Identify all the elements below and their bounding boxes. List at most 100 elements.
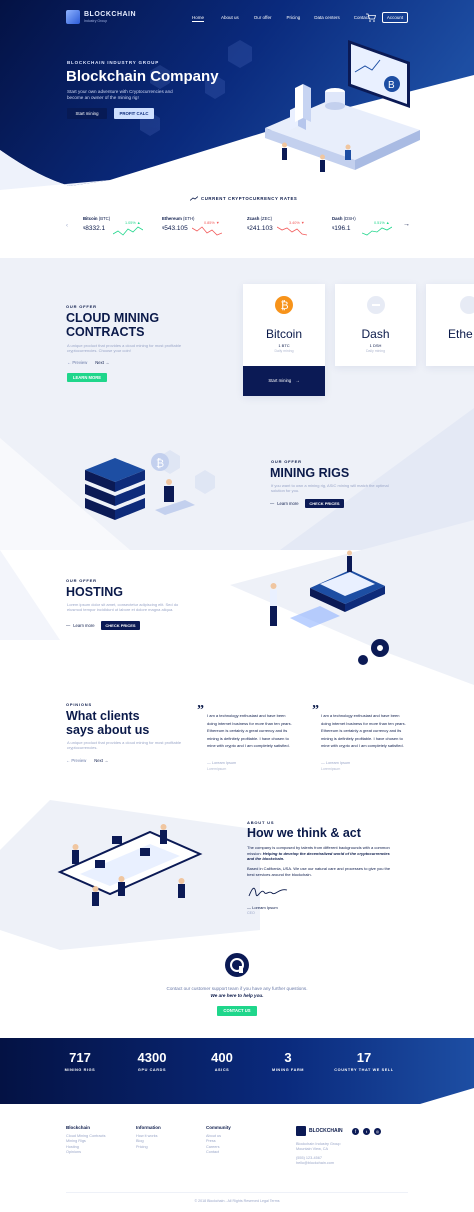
rate-item-zec: Zcash (ZEC) $241.103 3.40% ▼ — [247, 216, 327, 236]
stat-label: MINING RIGS — [64, 1068, 96, 1072]
stat-number: 17 — [356, 1050, 372, 1065]
rate-name: Dash — [332, 216, 343, 221]
nav-about[interactable]: About us — [221, 15, 239, 22]
about-eyebrow: ABOUT US — [247, 820, 275, 825]
rate-code: (ZEC) — [260, 216, 273, 221]
signature-name: — Loream Ipsum — [247, 905, 278, 910]
stat-mining-rigs: 717 MINING RIGS — [40, 1050, 120, 1072]
rigs-check-prices-button[interactable]: CHECK PRICES — [305, 499, 344, 508]
rate-code: (ETH) — [183, 216, 195, 221]
nav-data-centers[interactable]: Data centers — [314, 15, 340, 22]
footer-link[interactable]: Pricing — [136, 1145, 161, 1150]
footer-logo-text: BLOCKCHAIN — [309, 1128, 343, 1134]
quote-mark-icon: ” — [197, 703, 204, 718]
rigs-title: MINING RIGS — [270, 466, 350, 480]
contact-text: Contact our customer support team if you… — [166, 986, 308, 991]
testimonial-role: Loremipsum — [321, 767, 341, 771]
offer-prev-label: Preview — [72, 360, 88, 365]
nav-offer[interactable]: Our offer — [254, 15, 272, 22]
stat-number: 3 — [284, 1050, 292, 1065]
footer-link[interactable]: Contact — [206, 1150, 231, 1155]
card-start-mining-button[interactable]: Start mining → — [243, 366, 325, 396]
hosting-learn-more[interactable]: — Learn more — [66, 623, 95, 628]
rate-code: (DSH) — [343, 216, 356, 221]
testimonial-text: I am a technology enthusiast and have be… — [207, 713, 292, 749]
hero-section: B BLOCKCHAIN Industry Group Home About u… — [0, 0, 474, 190]
footer-brand-info: Blockchain Industry Group Mountain View,… — [296, 1142, 341, 1166]
card-amount: 1 DSH — [369, 343, 382, 348]
nav-pricing[interactable]: Pricing — [286, 15, 300, 22]
quote-mark-icon: ” — [312, 703, 319, 718]
learn-more-button[interactable]: LEARN MORE — [67, 373, 107, 382]
card-caption: Daily mining — [274, 349, 294, 353]
card-ethereum[interactable]: Ethe — [426, 284, 474, 366]
card-bitcoin[interactable]: ₿ Bitcoin 1 BTC Daily mining Start minin… — [243, 284, 325, 396]
rate-sparkline — [192, 226, 222, 236]
rigs-description: If you want to own a mining rig, ASIC mi… — [271, 483, 389, 493]
arrow-right-icon: → — [295, 378, 300, 383]
footer-col-community: Community About us Press Careers Contact — [206, 1125, 231, 1155]
arrow-left-icon: — — [270, 501, 275, 506]
opinions-eyebrow: OPINIONS — [66, 702, 92, 707]
instagram-icon[interactable]: ◎ — [374, 1128, 381, 1135]
footer-col-blockchain: Blockchain Cloud Mining Contracts Mining… — [66, 1125, 105, 1155]
footer-col-information: Information How it works Blog Pricing — [136, 1125, 161, 1150]
stat-label: MINING FARM — [271, 1068, 305, 1072]
rates-next-arrow[interactable]: → — [403, 221, 410, 228]
facebook-icon[interactable]: f — [352, 1128, 359, 1135]
rate-sparkline — [113, 226, 143, 236]
svg-text:₿: ₿ — [156, 458, 164, 470]
offer-next-label: Next — [95, 360, 104, 365]
footer-logo[interactable]: BLOCKCHAIN — [296, 1126, 343, 1136]
opinions-next[interactable]: Next → — [94, 758, 108, 763]
rates-prev-arrow[interactable]: ‹ — [66, 223, 68, 229]
offer-prev[interactable]: ← Preview — [67, 360, 87, 365]
social-links: f t ◎ — [352, 1128, 381, 1135]
hosting-check-prices-button[interactable]: CHECK PRICES — [101, 621, 140, 630]
testimonial-author: — Loream Ipsum — [321, 761, 351, 765]
hosting-eyebrow: OUR OFFER — [66, 578, 97, 583]
rate-sparkline — [277, 226, 307, 236]
card-button-label: Start mining — [268, 378, 292, 383]
footer-link[interactable]: Opinions — [66, 1150, 105, 1155]
stat-mining-farm: 3 MINING FARM — [248, 1050, 328, 1072]
about-paragraph-2: Based in California, USA. We use our nat… — [247, 866, 391, 877]
hosting-learn-label: Learn more — [73, 623, 95, 628]
offer-eyebrow: OUR OFFER — [66, 304, 97, 309]
card-title: Ethe — [448, 327, 473, 341]
opinions-prev[interactable]: ← Preview — [66, 758, 86, 763]
ceo-signature — [248, 887, 288, 897]
card-dash[interactable]: Dash 1 DSH Daily mining — [335, 284, 416, 366]
about-p1-emphasis: Helping to develop the decentralized wor… — [247, 850, 390, 862]
logo-icon — [66, 10, 80, 24]
account-button[interactable]: Account — [382, 12, 408, 23]
site-logo[interactable]: BLOCKCHAIN Industry Group — [66, 10, 136, 24]
opinions-title-line2: says about us — [66, 723, 150, 737]
about-paragraph-1: The company is composed by talents from … — [247, 845, 397, 862]
rigs-learn-more[interactable]: — Learn more — [270, 501, 299, 506]
rate-item-dsh: Dash (DSH) $196.1 0.51% ▲ — [332, 216, 412, 236]
offer-title-line2: CONTRACTS — [66, 325, 145, 339]
logo-subtitle: Industry Group — [84, 19, 108, 23]
footer-heading: Information — [136, 1125, 161, 1130]
main-nav: Home About us Our offer Pricing Data cen… — [192, 15, 369, 22]
profit-calc-button[interactable]: PROFIT CALC — [114, 108, 154, 119]
offer-next[interactable]: Next → — [95, 360, 109, 365]
nav-home[interactable]: Home — [192, 15, 205, 22]
hero-eyebrow: BLOCKCHAIN INDUSTRY GROUP — [67, 60, 160, 65]
cart-icon[interactable] — [366, 13, 376, 22]
contact-us-button[interactable]: CONTACT US — [217, 1006, 257, 1016]
testimonial-role: Loremipsum — [207, 767, 227, 771]
stat-label: GPU CARDS — [137, 1068, 167, 1072]
rates-title-text: CURRENT CRYPTOCURRENCY RATES — [201, 196, 298, 201]
start-mining-button[interactable]: Start mining — [67, 108, 107, 119]
rate-item-btc: Bitcoin (BTC) $8332.1 1.05% ▲ — [83, 216, 163, 236]
copyright: © 2018 Blockchain - All Rights Reserved … — [194, 1199, 280, 1203]
rate-item-eth: Ethereum (ETH) $543.105 0.85% ▼ — [162, 216, 242, 236]
signature-role: CEO — [247, 911, 255, 915]
testimonial-author: — Loream Ipsum — [207, 761, 237, 765]
rate-code: (BTC) — [98, 216, 111, 221]
twitter-icon[interactable]: t — [363, 1128, 370, 1135]
rate-name: Zcash — [247, 216, 260, 221]
rigs-learn-label: Learn more — [277, 501, 299, 506]
